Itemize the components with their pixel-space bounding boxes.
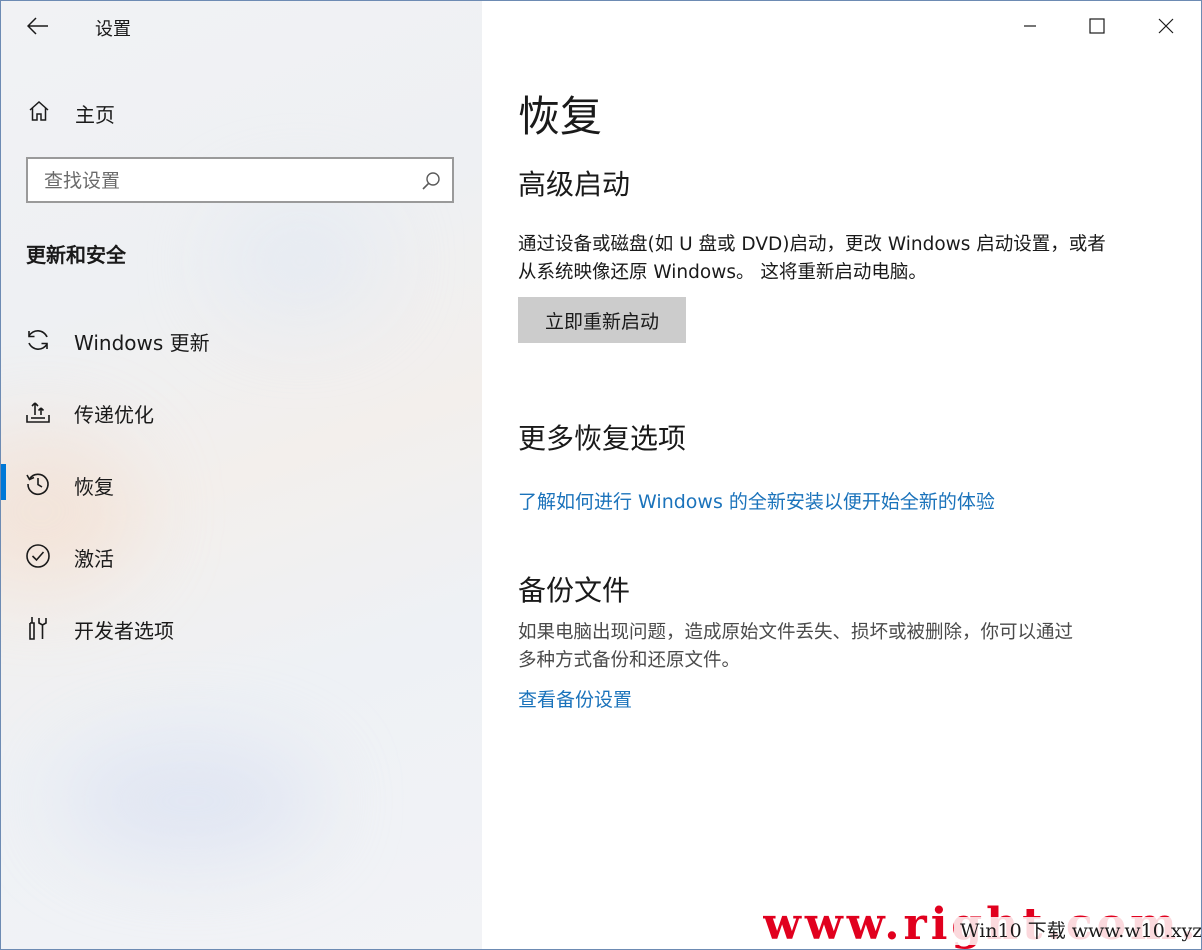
selection-indicator — [1, 464, 6, 500]
maximize-button[interactable] — [1067, 1, 1127, 51]
section-title: 更新和安全 — [26, 243, 126, 267]
page-title: 恢复 — [518, 92, 603, 141]
sidebar: 设置 主页 更新和安全 Windows 更新 — [1, 1, 482, 949]
background-blur — [61, 741, 321, 861]
back-button[interactable] — [23, 11, 53, 41]
advanced-startup-heading: 高级启动 — [518, 168, 631, 201]
advanced-startup-description: 通过设备或磁盘(如 U 盘或 DVD)启动，更改 Windows 启动设置，或者… — [518, 231, 1178, 287]
search-input[interactable] — [42, 167, 416, 195]
description-line: 通过设备或磁盘(如 U 盘或 DVD)启动，更改 Windows 启动设置，或者 — [518, 234, 1106, 255]
sidebar-item-label: Windows 更新 — [74, 331, 210, 355]
close-button[interactable] — [1136, 1, 1196, 51]
minimize-icon — [1024, 25, 1036, 27]
sidebar-item-windows-update[interactable]: Windows 更新 — [1, 315, 482, 365]
sidebar-item-recovery[interactable]: 恢复 — [1, 459, 482, 509]
sidebar-item-developer-options[interactable]: 开发者选项 — [1, 603, 482, 653]
search-box[interactable] — [26, 157, 454, 203]
description-line: 如果电脑出现问题，造成原始文件丢失、损坏或被删除，你可以通过 — [518, 622, 1074, 643]
more-recovery-options-heading: 更多恢复选项 — [518, 422, 687, 455]
settings-window: 设置 主页 更新和安全 Windows 更新 — [0, 0, 1202, 950]
description-line: 多种方式备份和还原文件。 — [518, 650, 741, 671]
search-icon[interactable] — [420, 170, 442, 192]
sidebar-item-activation[interactable]: 激活 — [1, 531, 482, 581]
sidebar-item-delivery-optimization[interactable]: 传递优化 — [1, 387, 482, 437]
sidebar-item-label: 激活 — [74, 547, 114, 571]
sidebar-item-label: 主页 — [75, 103, 115, 127]
home-icon — [29, 100, 49, 121]
close-icon — [1158, 18, 1174, 34]
check-circle-icon — [26, 544, 50, 568]
minimize-button[interactable] — [1000, 1, 1060, 51]
app-title: 设置 — [95, 19, 131, 40]
refresh-icon — [28, 330, 48, 350]
backup-heading: 备份文件 — [518, 574, 631, 607]
delivery-optimization-icon — [26, 402, 50, 423]
watermark-small: Win10 下载 www.w10.xyz — [954, 917, 1201, 945]
background-blur — [221, 201, 381, 321]
restart-now-button[interactable]: 立即重新启动 — [518, 297, 686, 343]
developer-tools-icon — [29, 617, 47, 640]
main-content: 恢复 高级启动 通过设备或磁盘(如 U 盘或 DVD)启动，更改 Windows… — [482, 1, 1201, 949]
history-icon — [26, 473, 49, 496]
sidebar-item-label: 传递优化 — [74, 403, 154, 427]
sidebar-item-label: 恢复 — [74, 475, 114, 499]
arrow-left-icon — [27, 17, 48, 35]
description-line: 从系统映像还原 Windows。 这将重新启动电脑。 — [518, 262, 927, 283]
sidebar-item-label: 开发者选项 — [74, 619, 174, 643]
backup-description: 如果电脑出现问题，造成原始文件丢失、损坏或被删除，你可以通过 多种方式备份和还原… — [518, 619, 1178, 675]
clean-install-link[interactable]: 了解如何进行 Windows 的全新安装以便开始全新的体验 — [518, 487, 995, 514]
maximize-icon — [1089, 18, 1105, 34]
sidebar-item-home[interactable]: 主页 — [1, 89, 482, 133]
view-backup-settings-link[interactable]: 查看备份设置 — [518, 685, 632, 712]
